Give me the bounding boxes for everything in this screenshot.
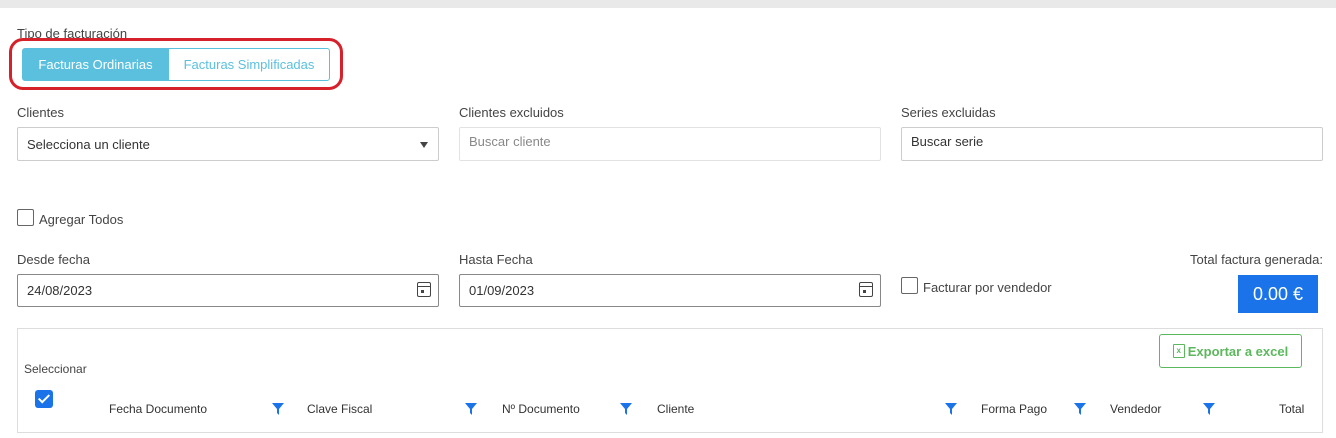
filter-icon[interactable] — [945, 403, 957, 415]
filter-icon[interactable] — [1074, 403, 1086, 415]
excel-icon: x — [1172, 344, 1185, 358]
total-value: 0.00 € — [1238, 275, 1318, 313]
excluded-series-placeholder: Buscar serie — [911, 134, 984, 149]
calendar-icon[interactable] — [417, 282, 431, 297]
excluded-clients-placeholder: Buscar cliente — [469, 134, 551, 149]
from-date-value: 24/08/2023 — [27, 283, 93, 298]
filter-icon[interactable] — [272, 403, 284, 415]
ordinary-invoices-toggle[interactable]: Facturas Ordinarias — [22, 48, 169, 81]
excluded-series-label: Series excluidas — [901, 105, 996, 120]
column-header-fecha-documento[interactable]: Fecha Documento — [109, 402, 207, 416]
from-date-label: Desde fecha — [17, 252, 90, 267]
calendar-icon[interactable] — [859, 282, 873, 297]
excluded-series-input[interactable]: Buscar serie — [901, 127, 1323, 161]
by-seller-label: Facturar por vendedor — [923, 280, 1052, 295]
by-seller-checkbox[interactable] — [901, 277, 918, 294]
export-excel-button[interactable]: x Exportar a excel — [1159, 334, 1302, 368]
to-date-input[interactable]: 01/09/2023 — [459, 274, 881, 307]
top-bar — [0, 0, 1336, 8]
filter-icon[interactable] — [620, 403, 632, 415]
column-header-total[interactable]: Total — [1279, 402, 1304, 416]
to-date-value: 01/09/2023 — [469, 283, 535, 298]
clients-label: Clientes — [17, 105, 64, 120]
simplified-invoices-toggle[interactable]: Facturas Simplificadas — [168, 48, 330, 81]
add-all-label: Agregar Todos — [39, 212, 124, 227]
filter-icon[interactable] — [465, 403, 477, 415]
select-all-checkbox[interactable] — [35, 390, 53, 408]
to-date-label: Hasta Fecha — [459, 252, 533, 267]
column-header-clave-fiscal[interactable]: Clave Fiscal — [307, 402, 372, 416]
from-date-input[interactable]: 24/08/2023 — [17, 274, 439, 307]
invoice-table-panel — [17, 328, 1323, 433]
select-label: Seleccionar — [24, 362, 87, 376]
filter-icon[interactable] — [1203, 403, 1215, 415]
clients-select[interactable]: Selecciona un cliente — [17, 127, 439, 161]
add-all-checkbox[interactable] — [17, 209, 34, 226]
excluded-clients-label: Clientes excluidos — [459, 105, 564, 120]
column-header-cliente[interactable]: Cliente — [657, 402, 694, 416]
column-header-numero-documento[interactable]: Nº Documento — [502, 402, 580, 416]
column-header-vendedor[interactable]: Vendedor — [1110, 402, 1161, 416]
column-header-forma-pago[interactable]: Forma Pago — [981, 402, 1047, 416]
excluded-clients-input[interactable]: Buscar cliente — [459, 127, 881, 161]
clients-select-value: Selecciona un cliente — [27, 136, 150, 152]
export-excel-label: Exportar a excel — [1187, 343, 1289, 359]
total-label: Total factura generada: — [1190, 252, 1323, 267]
dropdown-caret-icon — [420, 142, 428, 148]
